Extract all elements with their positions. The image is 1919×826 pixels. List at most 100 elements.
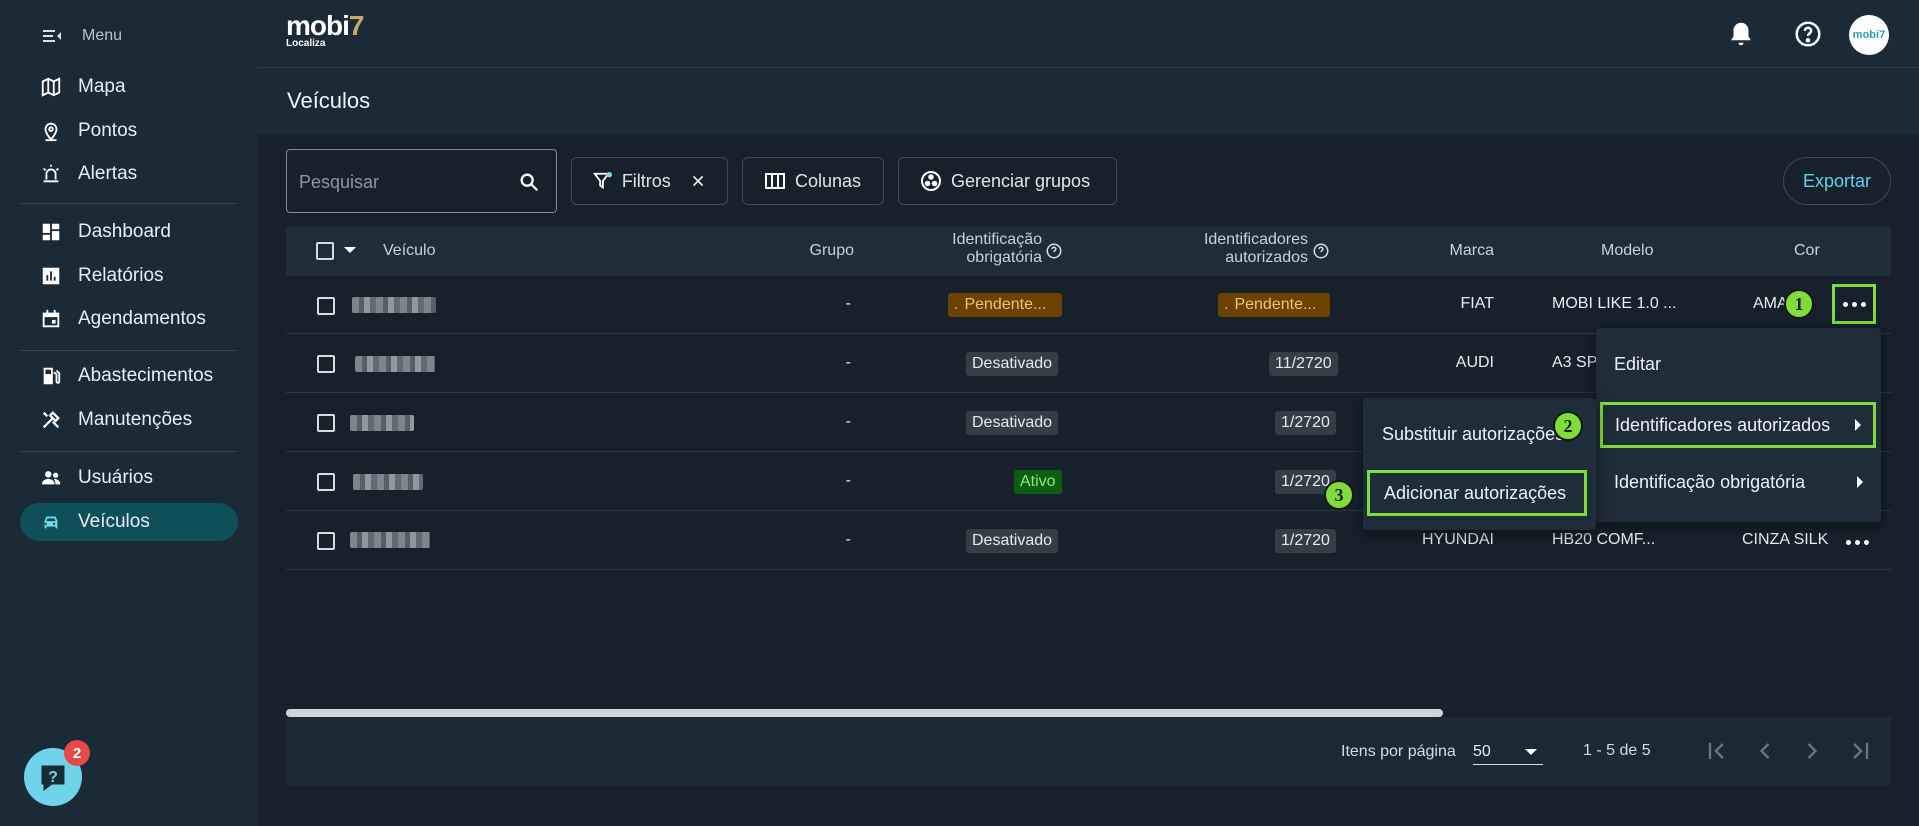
row-checkbox[interactable] [317, 355, 335, 373]
sidebar-item-abastecimentos[interactable]: Abastecimentos [20, 357, 238, 395]
columns-label: Colunas [795, 170, 862, 191]
menu-item-label: Identificação obrigatória [1614, 471, 1806, 492]
brand-cell: HYUNDAI [1421, 531, 1494, 548]
column-header-authorized-ids[interactable]: Identificadores autorizados [1176, 231, 1308, 267]
horizontal-scrollbar[interactable] [286, 709, 1443, 717]
previous-page-icon[interactable] [1751, 737, 1779, 765]
menu-item-required-identification[interactable]: Identificação obrigatória [1596, 458, 1881, 506]
select-menu-dropdown-icon[interactable] [344, 247, 356, 253]
sidebar-item-label: Dashboard [78, 221, 171, 242]
sidebar-item-label: Usuários [78, 467, 153, 488]
next-page-icon[interactable] [1798, 737, 1826, 765]
header-text-line: Identificadores [1203, 231, 1308, 248]
row-actions-more-button[interactable] [1835, 522, 1879, 562]
menu-item-authorized-identifiers[interactable]: Identificadores autorizados [1600, 402, 1876, 448]
sidebar-item-label: Mapa [78, 76, 126, 97]
model-cell: HB20 COMF... [1552, 531, 1656, 548]
sidebar-item-relatorios[interactable]: Relatórios [20, 257, 238, 295]
vehicle-plate-redacted [350, 532, 430, 548]
menu-item-label: Identificadores autorizados [1615, 414, 1831, 435]
table-pagination: Itens por página 50 1 - 5 de 5 [286, 717, 1891, 785]
search-input[interactable] [299, 168, 499, 196]
row-checkbox[interactable] [317, 532, 335, 550]
user-avatar[interactable]: mobi7 [1849, 15, 1889, 55]
group-cell: - [845, 531, 851, 548]
status-badge: Ativo [1014, 470, 1062, 494]
search-icon[interactable] [518, 171, 540, 193]
menu-label: Menu [82, 27, 123, 44]
header-text-line: obrigatória [966, 249, 1042, 266]
sidebar-item-dashboard[interactable]: Dashboard [20, 213, 238, 251]
row-actions-menu: Editar Identificadores autorizados Ident… [1596, 328, 1881, 522]
submenu-arrow-icon [1857, 476, 1863, 488]
column-header-vehicle[interactable]: Veículo [383, 242, 435, 260]
authorized-count-badge: 1/2720 [1275, 411, 1336, 435]
menu-toggle-button[interactable]: Menu [40, 24, 122, 48]
row-checkbox[interactable] [317, 297, 335, 315]
export-button[interactable]: Exportar [1783, 157, 1891, 205]
sidebar-item-label: Alertas [78, 163, 138, 184]
filter-icon [592, 171, 612, 190]
group-cell: - [845, 354, 851, 371]
header-text-line: Identificação [952, 231, 1042, 248]
authorized-count-badge: 1/2720 [1275, 529, 1336, 553]
report-chart-icon [42, 267, 60, 285]
column-header-model[interactable]: Modelo [1601, 242, 1653, 260]
status-badge: . Pendente... [948, 293, 1062, 317]
calendar-icon [42, 309, 60, 328]
sidebar-item-label: Agendamentos [78, 308, 206, 329]
column-header-group[interactable]: Grupo [746, 242, 854, 260]
notifications-bell-icon[interactable] [1726, 19, 1756, 49]
sidebar-divider [20, 350, 238, 351]
help-circle-icon[interactable] [1793, 19, 1823, 49]
filters-button[interactable]: Filtros [571, 157, 728, 205]
sidebar-item-veiculos[interactable]: Veículos [20, 503, 238, 541]
top-bar: mobi7 Localiza mobi7 [258, 0, 1919, 68]
table-row[interactable]: - . Pendente... . Pendente... FIAT MOBI LI… [286, 276, 1891, 334]
sidebar-item-pontos[interactable]: Pontos [20, 112, 238, 150]
clear-filters-close-icon[interactable] [689, 171, 707, 191]
columns-button[interactable]: Colunas [742, 157, 884, 205]
column-header-color[interactable]: Cor [1794, 242, 1824, 260]
manage-groups-button[interactable]: Gerenciar grupos [898, 157, 1117, 205]
items-per-page-select[interactable]: 50 [1473, 737, 1543, 765]
column-header-required-id[interactable]: Identificação obrigatória [912, 231, 1042, 267]
info-help-icon[interactable] [1312, 242, 1330, 260]
vehicle-plate-redacted [355, 356, 435, 372]
search-field[interactable] [286, 149, 557, 213]
sidebar-item-mapa[interactable]: Mapa [20, 68, 238, 106]
sidebar-item-label: Relatórios [78, 265, 164, 286]
svg-text:?: ? [48, 769, 58, 786]
sidebar-item-alertas[interactable]: Alertas [20, 155, 238, 193]
group-cell: - [845, 413, 851, 430]
filters-label: Filtros [621, 170, 671, 191]
menu-item-edit[interactable]: Editar [1596, 340, 1881, 388]
row-checkbox[interactable] [317, 473, 335, 491]
submenu-arrow-icon [1855, 419, 1861, 431]
info-help-icon[interactable] [1045, 242, 1063, 260]
fuel-pump-icon [43, 367, 61, 385]
items-per-page-label: Itens por página [1341, 743, 1456, 760]
status-badge: Desativado [966, 529, 1059, 553]
row-actions-more-button[interactable] [1832, 284, 1876, 324]
sidebar-item-label: Veículos [78, 511, 150, 532]
column-header-brand[interactable]: Marca [1396, 242, 1494, 260]
pagination-range: 1 - 5 de 5 [1583, 742, 1651, 759]
group-cell: - [845, 472, 851, 489]
help-chat-button[interactable]: ? 2 [24, 740, 90, 806]
model-cell: MOBI LIKE 1.0 ... [1552, 295, 1677, 312]
row-checkbox[interactable] [317, 414, 335, 432]
last-page-icon[interactable] [1846, 737, 1874, 765]
mobi7-logo[interactable]: mobi7 Localiza [286, 12, 364, 50]
first-page-icon[interactable] [1703, 737, 1731, 765]
sidebar-item-manutencoes[interactable]: Manutenções [20, 401, 238, 439]
sidebar-item-agendamentos[interactable]: Agendamentos [20, 300, 238, 338]
notification-count-badge: 2 [64, 740, 90, 766]
sidebar-item-usuarios[interactable]: Usuários [20, 459, 238, 497]
select-all-checkbox[interactable] [316, 242, 334, 260]
authorized-count-badge: 11/2720 [1269, 352, 1338, 376]
manage-groups-label: Gerenciar grupos [951, 170, 1091, 191]
sidebar: Menu Mapa Pontos Alertas Dashboard Relat… [0, 0, 258, 826]
status-badge: . Pendente... [1218, 293, 1330, 317]
menu-item-add-authorizations[interactable]: Adicionar autorizações [1367, 470, 1587, 516]
